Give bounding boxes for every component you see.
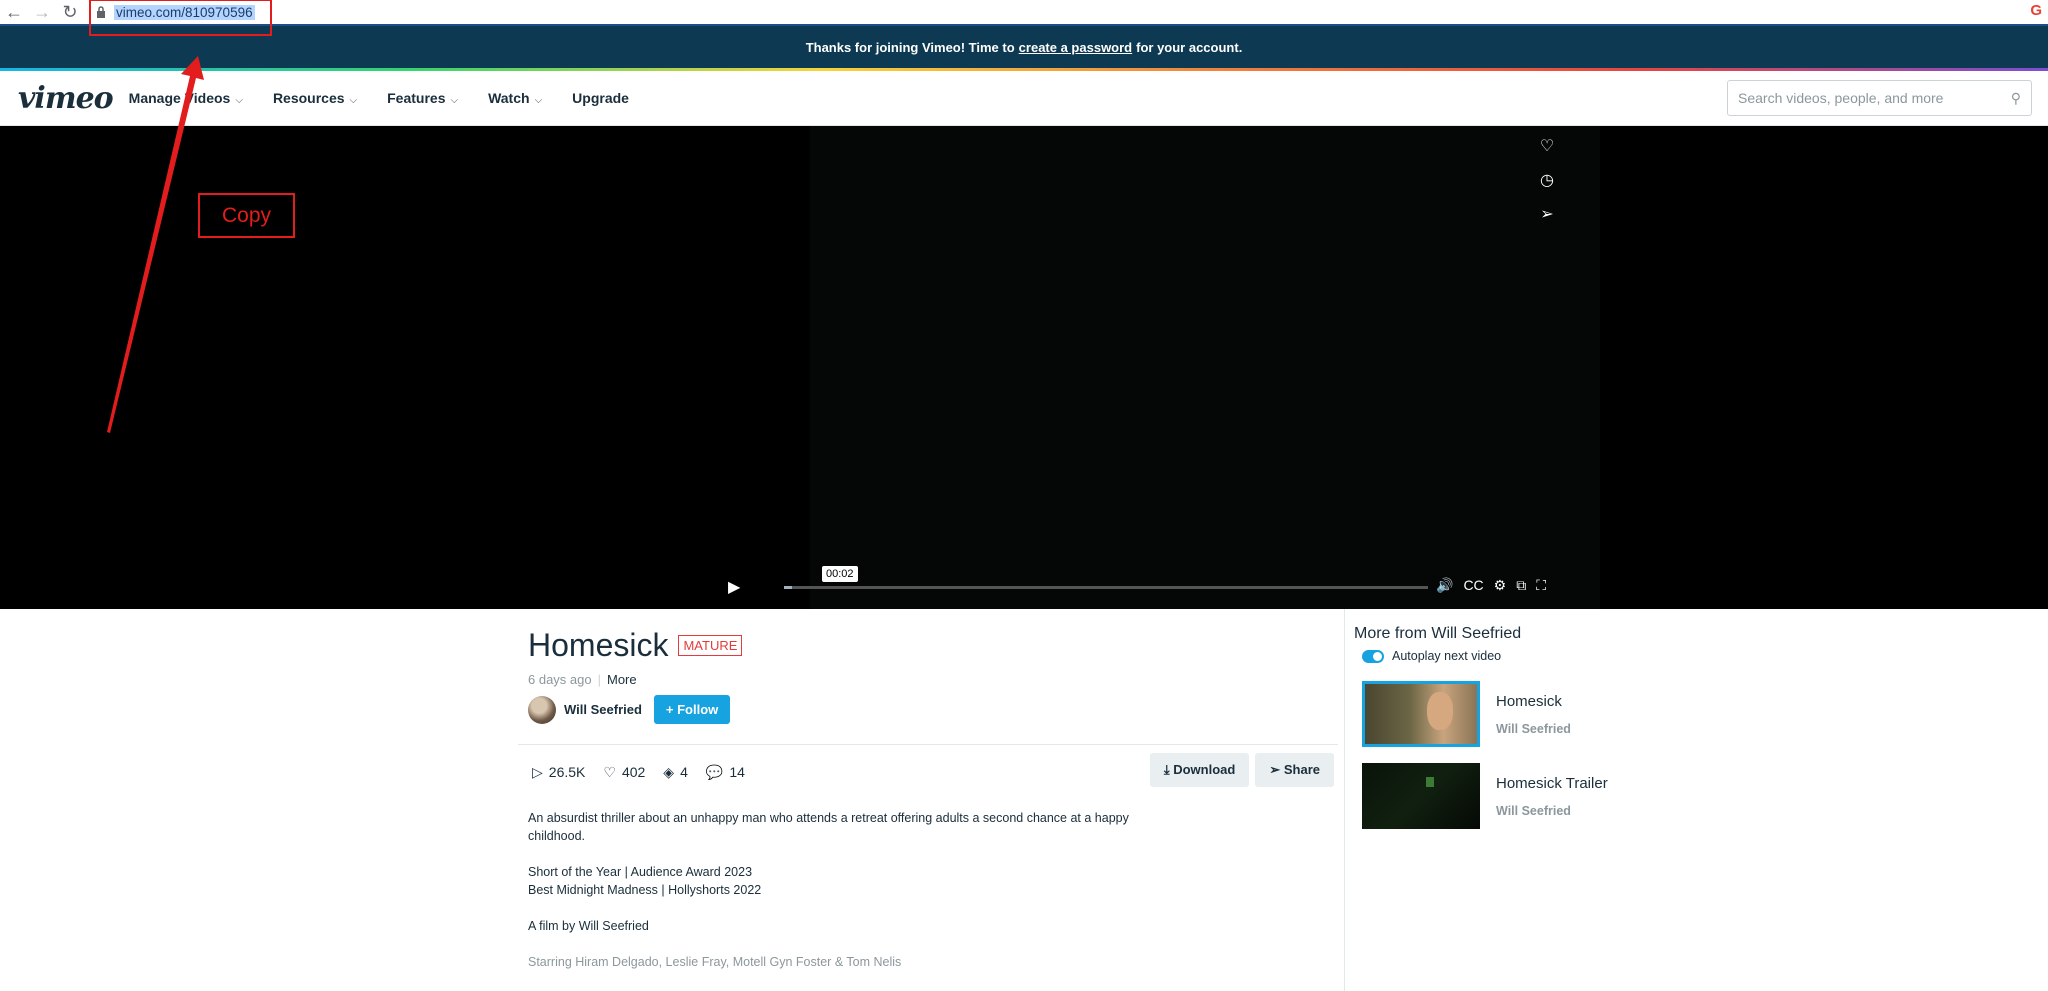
annotation-arrow xyxy=(107,56,204,433)
copy-annotation-box: Copy xyxy=(198,193,295,238)
page-root: ← → ↻ vimeo.com/810970596 G Thanks for j… xyxy=(0,0,2048,991)
